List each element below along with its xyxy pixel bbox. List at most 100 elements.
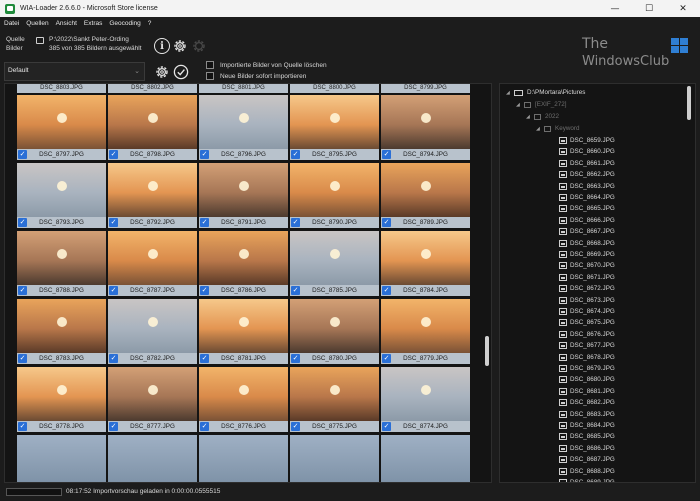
tree-scrollbar-thumb[interactable] [687, 86, 691, 120]
delete-after-import-checkbox[interactable] [206, 61, 214, 69]
tree-file-item[interactable]: DSC_8661.JPG [559, 158, 615, 169]
thumbnail-image-partial[interactable] [199, 435, 288, 482]
thumbnail-image[interactable] [108, 163, 197, 217]
tree-file-item[interactable]: DSC_8674.JPG [559, 306, 615, 317]
info-icon[interactable]: i [154, 38, 170, 54]
profile-settings-icon[interactable] [154, 64, 170, 80]
thumbnail-image[interactable] [290, 299, 379, 353]
thumbnail-image[interactable] [381, 367, 470, 421]
thumbnail-caption[interactable]: ✓ DSC_8791.JPG [199, 217, 288, 228]
thumbnail[interactable]: ✓ DSC_8795.JPG [290, 95, 379, 160]
tree-item-exif[interactable]: ◢ [EXIF_272] [516, 99, 567, 110]
thumbnail-image[interactable] [108, 299, 197, 353]
select-checkbox[interactable]: ✓ [200, 286, 209, 295]
tree-file-item[interactable]: DSC_8683.JPG [559, 409, 615, 420]
tree-file-item[interactable]: DSC_8681.JPG [559, 386, 615, 397]
tree-file-item[interactable]: DSC_8673.JPG [559, 295, 615, 306]
folder-tree-panel[interactable]: ◢ D:\PMortara\Pictures ◢ [EXIF_272] ◢ 20… [499, 83, 696, 483]
select-checkbox[interactable]: ✓ [18, 422, 27, 431]
tree-file-item[interactable]: DSC_8687.JPG [559, 454, 615, 465]
tree-file-item[interactable]: DSC_8679.JPG [559, 363, 615, 374]
grid-scrollbar[interactable] [483, 84, 491, 482]
select-checkbox[interactable]: ✓ [382, 218, 391, 227]
tree-file-item[interactable]: DSC_8660.JPG [559, 146, 615, 157]
thumbnail-caption[interactable]: ✓ DSC_8793.JPG [17, 217, 106, 228]
thumbnail-caption[interactable]: ✓ DSC_8778.JPG [17, 421, 106, 432]
select-checkbox[interactable]: ✓ [291, 218, 300, 227]
thumbnail[interactable]: ✓ DSC_8791.JPG [199, 163, 288, 228]
tree-file-item[interactable]: DSC_8685.JPG [559, 431, 615, 442]
tree-file-item[interactable]: DSC_8684.JPG [559, 420, 615, 431]
thumbnail[interactable]: ✓ DSC_8789.JPG [381, 163, 470, 228]
thumbnail[interactable]: ✓ DSC_8777.JPG [108, 367, 197, 432]
tree-file-item[interactable]: DSC_8664.JPG [559, 192, 615, 203]
thumbnail[interactable]: ✓ DSC_8781.JPG [199, 299, 288, 364]
thumbnail-caption[interactable]: ✓ DSC_8787.JPG [108, 285, 197, 296]
thumbnail-image[interactable] [381, 299, 470, 353]
import-immediately-option[interactable]: Neue Bilder sofort importieren [206, 72, 306, 80]
tree-item-year[interactable]: ◢ 2022 [526, 111, 559, 122]
import-immediately-checkbox[interactable] [206, 72, 214, 80]
thumbnail-image[interactable] [290, 367, 379, 421]
thumbnail[interactable]: ✓ DSC_8780.JPG [290, 299, 379, 364]
thumbnail-image[interactable] [17, 299, 106, 353]
tree-file-item[interactable]: DSC_8675.JPG [559, 317, 615, 328]
thumbnail[interactable]: ✓ DSC_8779.JPG [381, 299, 470, 364]
thumbnail-image[interactable] [381, 95, 470, 149]
tree-file-item[interactable]: DSC_8667.JPG [559, 226, 615, 237]
thumbnail-caption[interactable]: ✓ DSC_8796.JPG [199, 149, 288, 160]
tree-file-item[interactable]: DSC_8668.JPG [559, 238, 615, 249]
thumbnail-image-partial[interactable] [381, 435, 470, 482]
expand-triangle-icon[interactable]: ◢ [526, 114, 531, 120]
expand-triangle-icon[interactable]: ◢ [506, 90, 511, 96]
select-checkbox[interactable]: ✓ [382, 354, 391, 363]
maximize-button[interactable]: ☐ [632, 0, 666, 17]
thumbnail-image[interactable] [199, 95, 288, 149]
thumbnail-image[interactable] [199, 231, 288, 285]
select-checkbox[interactable]: ✓ [109, 422, 118, 431]
folder-icon[interactable] [36, 37, 44, 44]
thumbnail-image[interactable] [290, 163, 379, 217]
thumbnail[interactable]: ✓ DSC_8786.JPG [199, 231, 288, 296]
thumbnail-image[interactable] [381, 231, 470, 285]
select-checkbox[interactable]: ✓ [382, 422, 391, 431]
tree-file-item[interactable]: DSC_8678.JPG [559, 352, 615, 363]
select-checkbox[interactable]: ✓ [200, 218, 209, 227]
thumbnail[interactable]: ✓ DSC_8797.JPG [17, 95, 106, 160]
select-checkbox[interactable]: ✓ [18, 150, 27, 159]
tree-file-item[interactable]: DSC_8670.JPG [559, 260, 615, 271]
select-checkbox[interactable]: ✓ [200, 150, 209, 159]
thumbnail-caption[interactable]: ✓ DSC_8776.JPG [199, 421, 288, 432]
tree-file-item[interactable]: DSC_8672.JPG [559, 283, 615, 294]
thumbnail-caption[interactable]: ✓ DSC_8792.JPG [108, 217, 197, 228]
select-checkbox[interactable]: ✓ [200, 422, 209, 431]
thumbnail-image[interactable] [290, 95, 379, 149]
thumbnail-caption[interactable]: ✓ DSC_8798.JPG [108, 149, 197, 160]
thumbnail-caption[interactable]: ✓ DSC_8784.JPG [381, 285, 470, 296]
thumbnail[interactable]: ✓ DSC_8794.JPG [381, 95, 470, 160]
thumbnail[interactable]: ✓ DSC_8788.JPG [17, 231, 106, 296]
profile-select[interactable]: Default ⌄ [4, 62, 145, 81]
thumbnail-caption[interactable]: ✓ DSC_8786.JPG [199, 285, 288, 296]
thumbnail-caption[interactable]: ✓ DSC_8775.JPG [290, 421, 379, 432]
image-grid-panel[interactable]: DSC_8803.JPG DSC_8802.JPG DSC_8801.JPG DSC_… [4, 83, 492, 483]
menu-datei[interactable]: Datei [4, 20, 19, 27]
thumbnail[interactable]: ✓ DSC_8783.JPG [17, 299, 106, 364]
tree-file-item[interactable]: DSC_8659.JPG [559, 135, 615, 146]
thumbnail[interactable]: ✓ DSC_8784.JPG [381, 231, 470, 296]
thumbnail-image[interactable] [199, 299, 288, 353]
select-checkbox[interactable]: ✓ [18, 354, 27, 363]
menu-extras[interactable]: Extras [84, 20, 102, 27]
thumbnail-image-partial[interactable] [290, 435, 379, 482]
thumbnail[interactable]: ✓ DSC_8787.JPG [108, 231, 197, 296]
select-checkbox[interactable]: ✓ [291, 354, 300, 363]
thumbnail[interactable]: ✓ DSC_8778.JPG [17, 367, 106, 432]
expand-triangle-icon[interactable]: ◢ [516, 102, 521, 108]
thumbnail[interactable]: ✓ DSC_8793.JPG [17, 163, 106, 228]
tree-file-item[interactable]: DSC_8680.JPG [559, 374, 615, 385]
menu-help[interactable]: ? [148, 20, 152, 27]
thumbnail-caption[interactable]: ✓ DSC_8779.JPG [381, 353, 470, 364]
grid-scrollbar-thumb[interactable] [485, 336, 489, 366]
select-checkbox[interactable]: ✓ [18, 286, 27, 295]
thumbnail-caption[interactable]: ✓ DSC_8781.JPG [199, 353, 288, 364]
